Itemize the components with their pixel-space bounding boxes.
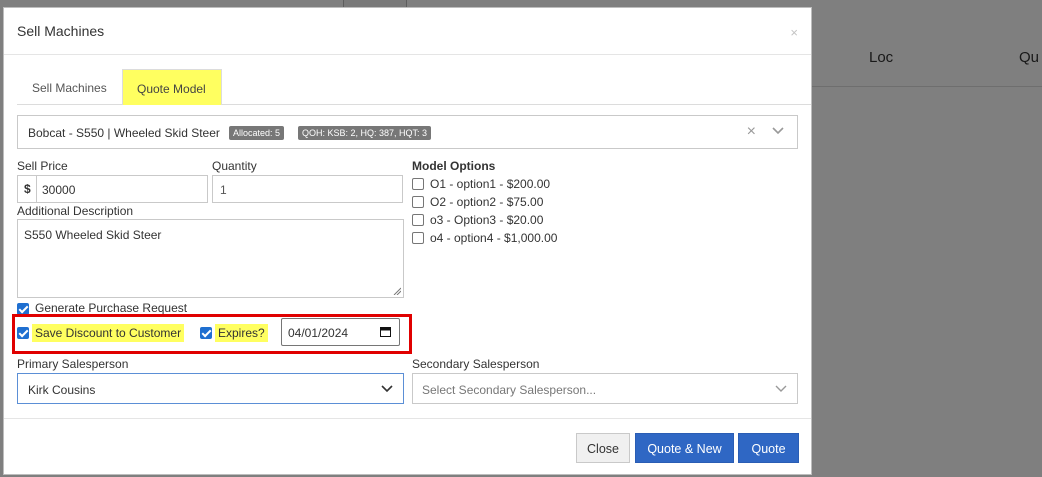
primary-salesperson-label: Primary Salesperson (17, 357, 129, 371)
option-label-o4: o4 - option4 - $1,000.00 (430, 231, 558, 245)
tab-sell-machines[interactable]: Sell Machines (18, 69, 121, 105)
sell-price-value: 30000 (42, 183, 76, 197)
sell-price-label: Sell Price (17, 159, 68, 173)
qoh-badge: QOH: KSB: 2, HQ: 387, HQT: 3 (298, 126, 432, 140)
model-options-label: Model Options (412, 159, 496, 173)
primary-salesperson-value: Kirk Cousins (28, 383, 96, 397)
tab-bar: Sell Machines Quote Model (17, 69, 811, 105)
chevron-down-icon (381, 385, 393, 393)
additional-description-textarea[interactable]: S550 Wheeled Skid Steer (17, 219, 404, 298)
expires-label: Expires? (215, 324, 268, 342)
modal-title: Sell Machines (17, 23, 105, 39)
sell-price-field[interactable]: $ 30000 (17, 175, 208, 203)
resize-grip-icon[interactable] (393, 287, 401, 295)
generate-purchase-request-label: Generate Purchase Request (35, 301, 188, 315)
clear-icon[interactable]: × (747, 123, 756, 141)
secondary-salesperson-label: Secondary Salesperson (412, 357, 540, 371)
expires-checkbox[interactable] (200, 327, 212, 339)
option-checkbox-o2[interactable] (412, 196, 424, 208)
allocated-badge: Allocated: 5 (229, 126, 285, 140)
quote-button[interactable]: Quote (738, 433, 799, 463)
model-select[interactable]: Bobcat - S550 | Wheeled Skid Steer Alloc… (17, 115, 798, 149)
footer-divider (4, 418, 811, 419)
chevron-down-icon[interactable] (771, 124, 785, 138)
close-icon[interactable]: × (790, 25, 798, 40)
chevron-down-icon (775, 385, 787, 392)
additional-description-value: S550 Wheeled Skid Steer (24, 228, 162, 242)
option-label-o2: O2 - option2 - $75.00 (430, 195, 544, 209)
model-select-value: Bobcat - S550 | Wheeled Skid Steer (28, 126, 220, 140)
quote-and-new-button[interactable]: Quote & New (635, 433, 734, 463)
quantity-label: Quantity (212, 159, 257, 173)
primary-salesperson-select[interactable]: Kirk Cousins (17, 373, 404, 404)
sell-machines-modal: Sell Machines × Sell Machines Quote Mode… (3, 7, 812, 475)
calendar-icon[interactable] (380, 326, 391, 337)
expires-date-input[interactable]: 04/01/2024 (281, 318, 400, 346)
save-discount-label: Save Discount to Customer (32, 324, 185, 342)
modal-header: Sell Machines × (4, 8, 811, 55)
tab-quote-model[interactable]: Quote Model (122, 69, 222, 105)
expires-date-value: 04/01/2024 (288, 326, 349, 340)
quantity-input[interactable]: 1 (212, 175, 403, 203)
option-checkbox-o4[interactable] (412, 232, 424, 244)
additional-description-label: Additional Description (17, 204, 134, 218)
save-discount-checkbox[interactable] (17, 327, 29, 339)
secondary-salesperson-select[interactable]: Select Secondary Salesperson... (412, 373, 798, 404)
close-button[interactable]: Close (576, 433, 630, 463)
currency-addon: $ (18, 176, 37, 202)
option-checkbox-o1[interactable] (412, 178, 424, 190)
option-label-o1: O1 - option1 - $200.00 (430, 177, 551, 191)
option-checkbox-o3[interactable] (412, 214, 424, 226)
option-label-o3: o3 - Option3 - $20.00 (430, 213, 544, 227)
secondary-salesperson-placeholder: Select Secondary Salesperson... (422, 383, 597, 397)
